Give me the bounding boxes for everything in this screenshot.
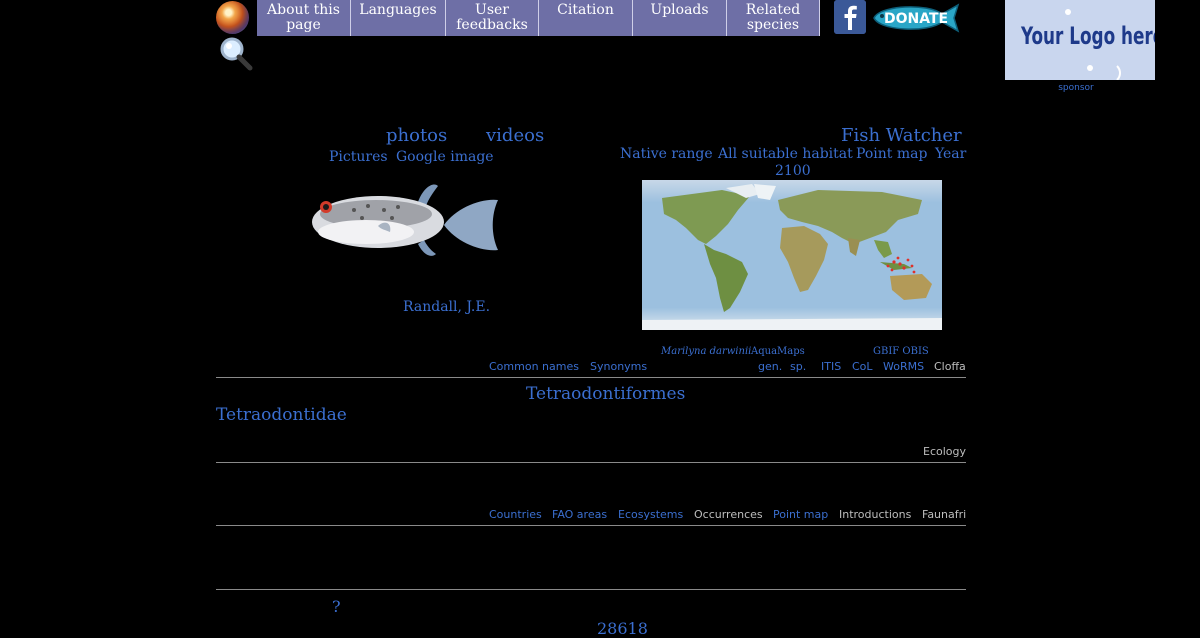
occurrences-label: Occurrences	[694, 508, 763, 521]
family-link[interactable]: Tetraodontidae	[216, 405, 347, 425]
faunafri-label: Faunafri	[922, 508, 967, 521]
order-link[interactable]: Tetraodontiformes	[526, 384, 685, 404]
record-number-link[interactable]: 28618	[597, 619, 648, 638]
photo-credit-link[interactable]: Randall, J.E.	[403, 299, 490, 315]
common-names-link[interactable]: Common names	[489, 360, 579, 373]
divider	[216, 377, 966, 378]
tab-citation[interactable]: Citation	[539, 0, 633, 36]
help-question-link[interactable]: ?	[332, 597, 341, 616]
fish-photo[interactable]	[306, 180, 506, 270]
ecology-label: Ecology	[923, 445, 967, 458]
top-navigation: About this page Languages User feedbacks…	[257, 0, 820, 36]
facebook-icon[interactable]	[834, 0, 866, 34]
gbif-obis-link[interactable]: GBIF OBIS	[873, 346, 929, 357]
year-link[interactable]: Year	[935, 146, 966, 162]
tab-languages[interactable]: Languages	[351, 0, 446, 36]
introductions-label: Introductions	[839, 508, 912, 521]
cloffa-label: Cloffa	[934, 360, 966, 373]
tab-uploads[interactable]: Uploads	[633, 0, 727, 36]
fishbase-globe-icon[interactable]	[216, 1, 249, 34]
itis-link[interactable]: ITIS	[821, 360, 841, 373]
fish-watcher-link[interactable]: Fish Watcher	[841, 125, 962, 146]
col-link[interactable]: CoL	[852, 360, 873, 373]
synonyms-link[interactable]: Synonyms	[590, 360, 647, 373]
divider	[216, 525, 966, 526]
divider	[216, 589, 966, 590]
sp-link[interactable]: sp.	[790, 360, 806, 373]
tab-about-this-page[interactable]: About this page	[257, 0, 351, 36]
sponsor-logo[interactable]: Your Logo here	[1005, 0, 1155, 80]
search-icon[interactable]	[218, 36, 254, 72]
native-range-link[interactable]: Native range	[620, 146, 713, 162]
donate-button[interactable]: DONATE	[870, 2, 962, 34]
videos-link[interactable]: videos	[486, 125, 544, 146]
photos-link[interactable]: photos	[386, 125, 447, 146]
point-map-link-2[interactable]: Point map	[773, 508, 828, 521]
ecosystems-link[interactable]: Ecosystems	[618, 508, 683, 521]
year-2100-link[interactable]: 2100	[775, 163, 811, 179]
countries-link[interactable]: Countries	[489, 508, 542, 521]
tab-user-feedbacks[interactable]: User feedbacks	[446, 0, 539, 36]
all-suitable-habitat-link[interactable]: All suitable habitat	[718, 146, 853, 162]
tab-related-species[interactable]: Related species	[727, 0, 820, 36]
donate-label: DONATE	[884, 11, 948, 27]
fao-areas-link[interactable]: FAO areas	[552, 508, 607, 521]
sponsor-link[interactable]: sponsor	[1005, 83, 1147, 93]
google-image-link[interactable]: Google image	[396, 149, 494, 165]
aquamaps-link[interactable]: AquaMaps	[751, 346, 805, 357]
aquamaps-species-name: Marilyna darwinii	[661, 346, 752, 357]
pictures-link[interactable]: Pictures	[329, 149, 388, 165]
point-map-link[interactable]: Point map	[856, 146, 927, 162]
worms-link[interactable]: WoRMS	[883, 360, 924, 373]
logo-text: Your Logo here	[1021, 22, 1155, 50]
distribution-map[interactable]	[642, 180, 942, 330]
gen-link[interactable]: gen.	[758, 360, 782, 373]
divider	[216, 462, 966, 463]
